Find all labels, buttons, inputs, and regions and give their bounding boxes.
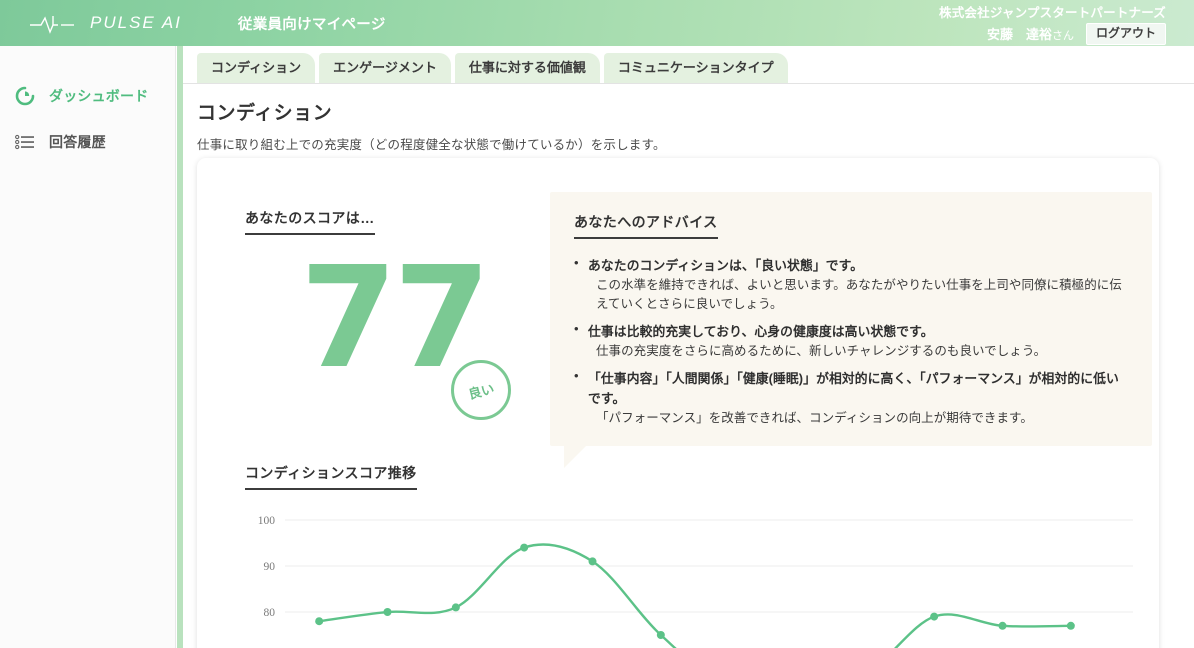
svg-text:90: 90 xyxy=(264,561,276,573)
tab-bar: コンディション エンゲージメント 仕事に対する価値観 コミュニケーションタイプ xyxy=(183,46,1194,84)
tab-work-values[interactable]: 仕事に対する価値観 xyxy=(455,53,600,83)
main-content: コンディション エンゲージメント 仕事に対する価値観 コミュニケーションタイプ … xyxy=(183,46,1194,648)
sidebar-item-history[interactable]: 回答履歴 xyxy=(0,126,175,158)
chart-svg: 100 90 80 xyxy=(245,512,1135,648)
sidebar-item-label: ダッシュボード xyxy=(49,86,148,106)
chart-point[interactable] xyxy=(384,608,392,616)
history-list-icon xyxy=(14,131,36,153)
advice-item-body: この水準を維持できれば、よいと思います。あなたがやりたい仕事を上司や同僚に積極的… xyxy=(588,276,1130,314)
chart-point[interactable] xyxy=(1067,622,1075,630)
advice-panel: あなたへのアドバイス あなたのコンディションは、「良い状態」です。 この水準を維… xyxy=(550,192,1152,446)
score-heading: あなたのスコアは… xyxy=(245,208,375,235)
advice-item: 仕事は比較的充実しており、心身の健康度は高い状態です。 仕事の充実度をさらに高め… xyxy=(574,322,1130,361)
page-title: コンディション xyxy=(197,98,1194,125)
page-description: 仕事に取り組む上での充実度（どの程度健全な状態で働けているか）を示します。 xyxy=(197,134,1194,153)
company-name: 株式会社ジャンプスタートパートナーズ xyxy=(939,2,1166,21)
pulse-wave-icon xyxy=(28,12,76,34)
tab-communication-type[interactable]: コミュニケーションタイプ xyxy=(604,53,788,83)
logo-text: PULSE AI xyxy=(90,13,182,33)
user-name: 安藤 達裕さん xyxy=(987,24,1074,43)
tab-condition[interactable]: コンディション xyxy=(197,53,315,83)
advice-item: 「仕事内容」「人間関係」「健康(睡眠)」が相対的に高く、「パフォーマンス」が相対… xyxy=(574,369,1130,427)
chart-point[interactable] xyxy=(589,557,597,565)
chart-point[interactable] xyxy=(315,617,323,625)
score-badge-label: 良い xyxy=(466,378,496,403)
chart-heading: コンディションスコア推移 xyxy=(245,463,417,490)
advice-list: あなたのコンディションは、「良い状態」です。 この水準を維持できれば、よいと思い… xyxy=(574,256,1130,428)
advice-item-title: 仕事は比較的充実しており、心身の健康度は高い状態です。 xyxy=(588,322,1130,341)
svg-text:80: 80 xyxy=(264,607,276,619)
header-user-area: 株式会社ジャンプスタートパートナーズ 安藤 達裕さん ログアウト xyxy=(939,2,1166,45)
chart-point[interactable] xyxy=(657,631,665,639)
sidebar-item-label: 回答履歴 xyxy=(49,132,106,152)
advice-item: あなたのコンディションは、「良い状態」です。 この水準を維持できれば、よいと思い… xyxy=(574,256,1130,314)
chart-point[interactable] xyxy=(930,613,938,621)
logo[interactable]: PULSE AI xyxy=(28,12,182,34)
chart-point[interactable] xyxy=(520,544,528,552)
chart-section: コンディションスコア推移 100 90 80 xyxy=(245,463,1135,648)
advice-item-body: 「パフォーマンス」を改善できれば、コンディションの向上が期待できます。 xyxy=(588,409,1130,428)
advice-item-body: 仕事の充実度をさらに高めるために、新しいチャレンジするのも良いでしょう。 xyxy=(588,342,1130,361)
advice-heading: あなたへのアドバイス xyxy=(574,212,718,239)
svg-text:100: 100 xyxy=(258,515,276,527)
header-page-title: 従業員向けマイページ xyxy=(238,13,386,34)
sidebar-item-dashboard[interactable]: ダッシュボード xyxy=(0,80,175,112)
logout-button[interactable]: ログアウト xyxy=(1086,23,1166,45)
score-row: 77 良い xyxy=(245,253,535,403)
tab-engagement[interactable]: エンゲージメント xyxy=(319,53,451,83)
condition-card: あなたのスコアは… 77 良い あなたへのアドバイス あなたのコンディションは、… xyxy=(197,158,1159,648)
page-head: コンディション 仕事に取り組む上での充実度（どの程度健全な状態で働けているか）を… xyxy=(183,84,1194,153)
user-row: 安藤 達裕さん ログアウト xyxy=(987,23,1166,45)
advice-item-title: あなたのコンディションは、「良い状態」です。 xyxy=(588,256,1130,275)
advice-item-title: 「仕事内容」「人間関係」「健康(睡眠)」が相対的に高く、「パフォーマンス」が相対… xyxy=(588,369,1130,407)
chart-line xyxy=(319,544,1071,648)
dashboard-pie-icon xyxy=(14,85,36,107)
score-trend-chart: 100 90 80 xyxy=(245,512,1135,648)
score-badge: 良い xyxy=(451,360,511,420)
chart-point[interactable] xyxy=(452,603,460,611)
chart-point[interactable] xyxy=(999,622,1007,630)
sidebar: ダッシュボード 回答履歴 xyxy=(0,46,176,648)
score-section: あなたのスコアは… 77 良い xyxy=(245,208,535,403)
app-header: PULSE AI 従業員向けマイページ 株式会社ジャンプスタートパートナーズ 安… xyxy=(0,0,1194,46)
